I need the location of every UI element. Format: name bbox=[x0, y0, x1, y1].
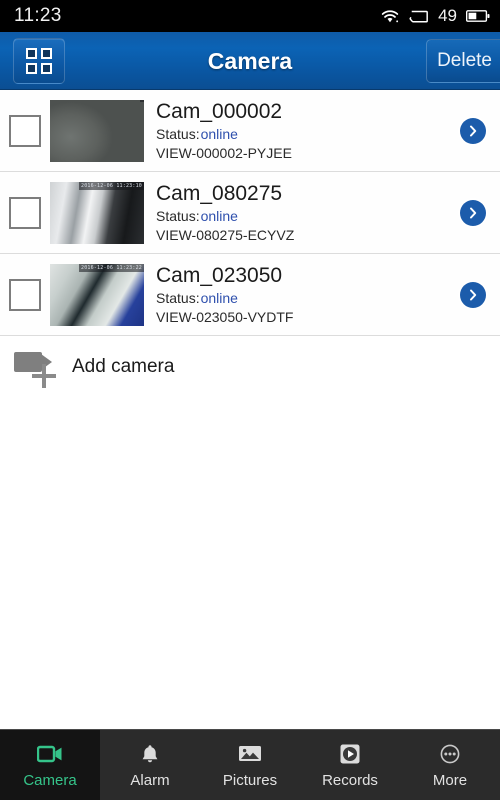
camera-thumbnail[interactable]: 2016-12-06 11:23:10 bbox=[50, 181, 144, 244]
camera-uid: VIEW-000002-PYJEE bbox=[156, 145, 292, 161]
delete-button[interactable]: Delete bbox=[426, 39, 500, 83]
app-header: Camera Delete bbox=[0, 32, 500, 90]
battery-icon bbox=[466, 9, 490, 23]
image-icon bbox=[238, 742, 262, 766]
camera-detail-chevron-icon[interactable] bbox=[460, 199, 486, 226]
camera-name: Cam_080275 bbox=[156, 182, 283, 205]
camera-status-label: Status: bbox=[156, 290, 200, 306]
add-camera-label: Add camera bbox=[72, 356, 175, 377]
camera-list-item[interactable]: Cam_000002 Status:online VIEW-000002-PYJ… bbox=[0, 90, 500, 172]
video-camera-plus-icon bbox=[12, 348, 60, 388]
play-icon bbox=[339, 742, 361, 766]
nav-item-alarm[interactable]: Alarm bbox=[100, 730, 200, 800]
video-camera-icon bbox=[37, 742, 63, 766]
camera-detail-chevron-icon[interactable] bbox=[460, 117, 486, 144]
bell-icon bbox=[139, 742, 161, 766]
nav-label-pictures: Pictures bbox=[222, 771, 278, 789]
thumbnail-timestamp bbox=[140, 99, 144, 102]
camera-name: Cam_000002 bbox=[156, 100, 283, 123]
status-bar-time: 11:23 bbox=[14, 5, 62, 26]
nav-item-pictures[interactable]: Pictures bbox=[200, 730, 300, 800]
camera-thumbnail[interactable] bbox=[50, 99, 144, 162]
camera-thumbnail[interactable]: 2016-12-06 11:23:22 bbox=[50, 263, 144, 326]
add-camera-row[interactable]: Add camera bbox=[0, 336, 500, 398]
more-dots-icon bbox=[439, 742, 461, 766]
camera-info: Cam_023050 Status:online VIEW-023050-VYD… bbox=[156, 263, 452, 326]
camera-status-value: online bbox=[200, 208, 238, 224]
nav-item-records[interactable]: Records bbox=[300, 730, 400, 800]
camera-name: Cam_023050 bbox=[156, 264, 283, 287]
bottom-navigation: Camera Alarm Pictures Records More bbox=[0, 729, 500, 800]
camera-list-item[interactable]: 2016-12-06 11:23:10 Cam_080275 Status:on… bbox=[0, 172, 500, 254]
wifi-icon bbox=[380, 8, 400, 24]
camera-uid: VIEW-023050-VYDTF bbox=[156, 309, 294, 325]
grid-view-button[interactable] bbox=[13, 38, 65, 84]
page-title: Camera bbox=[207, 47, 293, 74]
status-bar-icons: 49 bbox=[380, 6, 490, 26]
status-bar: 11:23 49 bbox=[0, 0, 500, 32]
camera-status-label: Status: bbox=[156, 208, 200, 224]
camera-status: Status:online bbox=[156, 207, 452, 225]
app-screen: 11:23 49 Camera Delete Cam_000002 Status… bbox=[0, 0, 500, 800]
thumbnail-timestamp: 2016-12-06 11:23:22 bbox=[79, 263, 144, 272]
camera-list-item[interactable]: 2016-12-06 11:23:22 Cam_023050 Status:on… bbox=[0, 254, 500, 336]
camera-select-checkbox[interactable] bbox=[9, 114, 41, 147]
camera-status: Status:online bbox=[156, 289, 452, 307]
camera-status-value: online bbox=[200, 290, 238, 306]
camera-list: Cam_000002 Status:online VIEW-000002-PYJ… bbox=[0, 90, 500, 729]
thumbnail-timestamp: 2016-12-06 11:23:10 bbox=[79, 181, 144, 190]
grid-view-icon bbox=[26, 48, 52, 74]
camera-status-label: Status: bbox=[156, 126, 200, 142]
nav-label-records: Records bbox=[322, 771, 378, 789]
camera-status: Status:online bbox=[156, 125, 452, 143]
sim-icon bbox=[409, 9, 429, 24]
nav-item-more[interactable]: More bbox=[400, 730, 500, 800]
camera-detail-chevron-icon[interactable] bbox=[460, 281, 486, 308]
camera-status-value: online bbox=[200, 126, 238, 142]
camera-uid: VIEW-080275-ECYVZ bbox=[156, 227, 295, 243]
camera-select-checkbox[interactable] bbox=[9, 278, 41, 311]
battery-percent: 49 bbox=[438, 6, 457, 25]
nav-label-camera: Camera bbox=[23, 771, 77, 789]
camera-info: Cam_080275 Status:online VIEW-080275-ECY… bbox=[156, 181, 452, 244]
nav-item-camera[interactable]: Camera bbox=[0, 730, 100, 800]
nav-label-alarm: Alarm bbox=[130, 771, 170, 789]
camera-select-checkbox[interactable] bbox=[9, 196, 41, 229]
nav-label-more: More bbox=[432, 771, 468, 789]
camera-info: Cam_000002 Status:online VIEW-000002-PYJ… bbox=[156, 99, 452, 162]
